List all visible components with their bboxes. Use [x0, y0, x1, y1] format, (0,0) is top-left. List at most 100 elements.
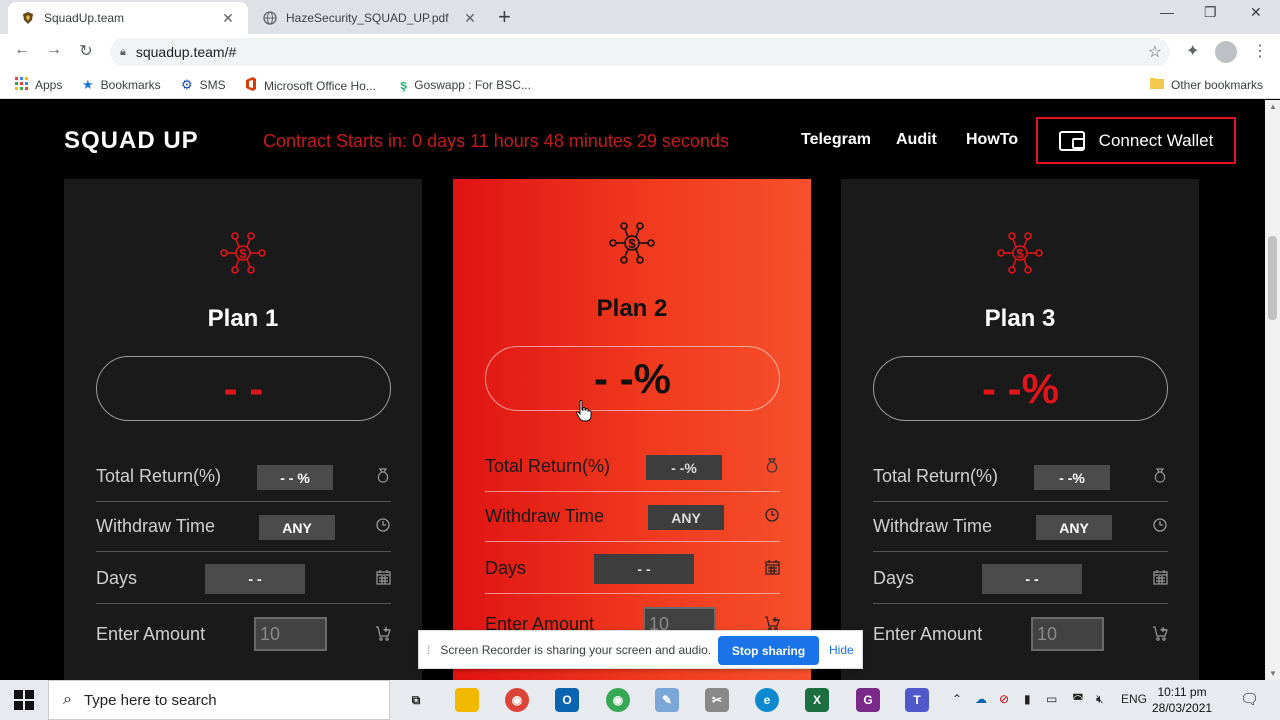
withdraw-time-value: ANY — [259, 515, 335, 540]
scrollbar-thumb[interactable] — [1268, 236, 1277, 320]
nav-howto[interactable]: HowTo — [966, 131, 1018, 149]
stop-sharing-button[interactable]: Stop sharing — [718, 636, 819, 665]
show-hidden-icons-icon[interactable]: ⌃ — [952, 692, 962, 706]
calendar-icon — [375, 569, 391, 585]
plan-rate: - -% — [485, 346, 780, 411]
money-network-icon: $ — [453, 221, 811, 265]
total-return-row: Total Return(%) - -% — [485, 442, 780, 492]
pen-icon[interactable]: ▮ — [1024, 692, 1031, 706]
total-return-row: Total Return(%) - -% — [873, 452, 1168, 502]
teams-icon[interactable]: T — [905, 688, 929, 712]
days-label: Days — [96, 568, 138, 588]
site-logo[interactable]: SQUAD UP — [64, 127, 199, 155]
bookmark-office[interactable]: Microsoft Office Ho... — [245, 77, 376, 94]
network-icon[interactable]: ◚ — [1072, 692, 1084, 706]
office-icon — [245, 77, 257, 94]
bookmark-star-icon[interactable]: ☆ — [1148, 42, 1162, 62]
days-label: Days — [873, 568, 915, 588]
snip-tool-icon[interactable]: ✂ — [705, 688, 729, 712]
total-return-label: Total Return(%) — [485, 456, 611, 476]
tab-squadup[interactable]: SquadUp.team ✕ — [8, 2, 248, 34]
total-return-value: - - % — [257, 465, 333, 490]
nav-audit[interactable]: Audit — [896, 131, 937, 149]
withdraw-time-row: Withdraw Time ANY — [485, 492, 780, 542]
profile-avatar[interactable] — [1215, 41, 1237, 63]
page-content: SQUAD UP Contract Starts in: 0 days 11 h… — [0, 100, 1265, 680]
amount-input[interactable]: 10 — [254, 617, 327, 651]
total-return-label: Total Return(%) — [96, 466, 222, 486]
nav-telegram[interactable]: Telegram — [801, 131, 871, 149]
reload-icon[interactable]: ↻ — [75, 41, 97, 61]
menu-kebab-icon[interactable]: ⋮ — [1252, 41, 1268, 61]
pdf-app-icon[interactable]: G — [856, 688, 880, 712]
onedrive-icon[interactable]: ☁ — [975, 692, 987, 706]
drag-handle-icon[interactable]: ⁞ — [427, 643, 430, 657]
restore-icon[interactable]: ❐ — [1204, 4, 1217, 21]
forward-icon[interactable]: → — [43, 41, 65, 59]
file-explorer-icon[interactable] — [455, 688, 479, 712]
edge-icon[interactable]: e — [755, 688, 779, 712]
tab-hazesecurity-pdf[interactable]: HazeSecurity_SQUAD_UP.pdf ✕ — [250, 2, 490, 34]
taskbar-search[interactable]: ⌕ Type here to search — [48, 680, 390, 720]
paint-icon[interactable]: ✎ — [655, 688, 679, 712]
scroll-down-icon[interactable]: ▼ — [1269, 669, 1277, 678]
withdraw-time-row: Withdraw Time ANY — [873, 502, 1168, 552]
bookmark-goswapp[interactable]: ş Goswapp : For BSC... — [400, 77, 531, 92]
chrome-icon[interactable]: ◉ — [505, 688, 529, 712]
back-icon[interactable]: ← — [11, 41, 33, 59]
extensions-icon[interactable]: ✦ — [1186, 41, 1199, 61]
search-placeholder: Type here to search — [83, 691, 217, 709]
close-tab-icon[interactable]: ✕ — [220, 10, 236, 27]
folder-icon — [1150, 77, 1164, 92]
chrome-profile-icon[interactable]: ◉ — [606, 688, 630, 712]
bookmark-label: Other bookmarks — [1171, 77, 1264, 92]
url-text: squadup.team/# — [135, 44, 237, 60]
windows-start-icon[interactable] — [14, 690, 34, 715]
clock-icon — [1152, 517, 1168, 533]
antivirus-icon[interactable]: ⊘ — [999, 692, 1009, 706]
excel-icon[interactable]: X — [805, 688, 829, 712]
speaker-muted-icon[interactable]: 🔇︎ — [1096, 692, 1104, 707]
contract-countdown: Contract Starts in: 0 days 11 hours 48 m… — [263, 131, 729, 151]
close-window-icon[interactable]: ✕ — [1250, 4, 1262, 21]
bookmark-sms[interactable]: ⚙︎ SMS — [181, 77, 226, 93]
other-bookmarks[interactable]: Other bookmarks — [1150, 77, 1263, 92]
clock-time: 10:11 pm — [1157, 685, 1207, 699]
bookmark-bookmarks[interactable]: ★ Bookmarks — [82, 77, 161, 93]
total-return-row: Total Return(%) - - % — [96, 452, 391, 502]
days-value: - - — [982, 564, 1082, 594]
enter-amount-row: Enter Amount 10 — [96, 610, 391, 660]
svg-text:$: $ — [239, 246, 247, 261]
outlook-icon[interactable]: O — [555, 688, 579, 712]
clock-icon — [764, 507, 780, 523]
days-row: Days - - — [96, 554, 391, 604]
withdraw-time-value: ANY — [1036, 515, 1112, 540]
apps-grid-icon — [15, 77, 28, 93]
withdraw-time-row: Withdraw Time ANY — [96, 502, 391, 552]
enter-amount-label: Enter Amount — [873, 624, 983, 644]
taskbar-clock[interactable]: 10:11 pm 28/03/2021 — [1152, 684, 1212, 716]
enter-amount-label: Enter Amount — [96, 624, 206, 644]
calendar-icon — [764, 559, 780, 575]
minimize-icon[interactable]: — — [1160, 4, 1174, 20]
scroll-up-icon[interactable]: ▲ — [1269, 102, 1277, 111]
address-bar[interactable]: 🔒︎ squadup.team/# ☆ — [110, 38, 1170, 66]
close-tab-icon[interactable]: ✕ — [462, 10, 478, 27]
new-tab-icon[interactable]: + — [498, 4, 511, 30]
plan-title: Plan 1 — [207, 305, 279, 332]
hide-button[interactable]: Hide — [829, 643, 854, 657]
amount-input[interactable]: 10 — [1031, 617, 1104, 651]
notifications-icon[interactable]: 🗨︎ — [1240, 690, 1259, 708]
plan-rate: - - — [96, 356, 391, 421]
bookmark-label: Bookmarks — [100, 78, 161, 92]
money-bag-icon — [1152, 467, 1168, 483]
page-scrollbar[interactable]: ▲ ▼ — [1265, 100, 1280, 680]
task-view-icon[interactable]: ⧉ — [404, 688, 428, 712]
battery-icon[interactable]: ▭ — [1046, 692, 1057, 706]
cart-plus-icon — [1152, 625, 1168, 641]
money-bag-icon — [375, 467, 391, 483]
plan-title: Plan 3 — [984, 305, 1056, 332]
language-indicator[interactable]: ENG — [1121, 692, 1147, 706]
bookmark-apps[interactable]: Apps — [15, 77, 62, 93]
connect-wallet-button[interactable]: Connect Wallet — [1036, 117, 1236, 164]
